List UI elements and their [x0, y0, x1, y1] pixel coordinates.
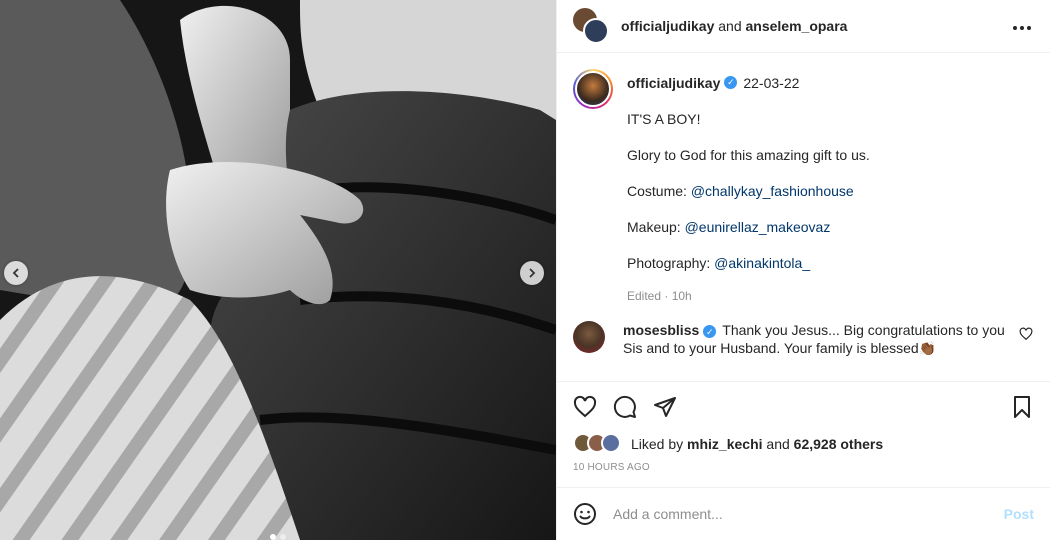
- caption-line: Makeup: @eunirellaz_makeovaz: [627, 215, 1034, 239]
- comment-username[interactable]: mosesbliss: [623, 322, 699, 338]
- post-photo[interactable]: [0, 0, 556, 540]
- verified-badge-icon: ✓: [703, 325, 717, 339]
- next-image-button[interactable]: [520, 261, 544, 285]
- caption-label: Photography:: [627, 254, 715, 271]
- bookmark-icon[interactable]: [1010, 395, 1034, 419]
- like-comment-heart-icon[interactable]: [1018, 327, 1034, 341]
- caption: officialjudikay ✓ 22-03-22 IT'S A BOY! G…: [573, 68, 1034, 303]
- post-comments-area[interactable]: officialjudikay ✓ 22-03-22 IT'S A BOY! G…: [557, 53, 1050, 382]
- comment-input[interactable]: [613, 506, 1004, 523]
- more-horizontal-icon: [1013, 26, 1031, 31]
- post-comment-button[interactable]: Post: [1004, 506, 1034, 522]
- caption-text: IT'S A BOY!: [627, 110, 701, 127]
- avatar: [601, 433, 621, 454]
- post-authors: officialjudikay and anselem_opara: [621, 18, 1010, 34]
- mention-link[interactable]: @challykay_fashionhouse: [691, 183, 854, 199]
- chevron-left-icon: [12, 268, 19, 278]
- likes-prefix: Liked by: [631, 436, 684, 453]
- share-paper-plane-icon[interactable]: [653, 395, 677, 419]
- carousel-dot: [270, 534, 276, 540]
- caption-line: Glory to God for this amazing gift to us…: [627, 143, 1034, 167]
- previous-image-button[interactable]: [4, 261, 28, 285]
- author-joiner: and: [718, 17, 742, 34]
- avatar: [583, 17, 609, 44]
- post-timestamp: 10 HOURS AGO: [573, 462, 650, 474]
- like-heart-icon[interactable]: [573, 395, 597, 419]
- caption-line: IT'S A BOY!: [627, 107, 1034, 131]
- avatar: [575, 70, 611, 107]
- action-bar: [557, 382, 1050, 433]
- photo-image: [0, 0, 556, 540]
- likes-summary: Liked by mhiz_kechi and 62,928 others: [557, 433, 1050, 457]
- mention-link[interactable]: @eunirellaz_makeovaz: [685, 219, 831, 235]
- likes-joiner: and: [766, 436, 790, 453]
- edited-label: Edited · 10h: [627, 288, 692, 303]
- likes-others-link[interactable]: 62,928 others: [794, 436, 884, 452]
- carousel-dots: [270, 534, 286, 540]
- carousel-dot: [280, 534, 286, 540]
- liker-username[interactable]: mhiz_kechi: [687, 436, 762, 452]
- caption-date: 22-03-22: [743, 74, 800, 91]
- post-details-panel: officialjudikay and anselem_opara offici…: [556, 0, 1050, 540]
- caption-username[interactable]: officialjudikay: [627, 75, 720, 91]
- post-header: officialjudikay and anselem_opara: [557, 0, 1050, 53]
- story-ring-avatar[interactable]: [573, 68, 613, 109]
- mention-link[interactable]: @akinakintola_: [714, 255, 810, 271]
- caption-label: Makeup:: [627, 218, 685, 235]
- caption-label: Costume:: [627, 182, 691, 199]
- avatar[interactable]: [573, 320, 605, 353]
- comment-composer: Post: [557, 487, 1050, 540]
- caption-line: Costume: @challykay_fashionhouse: [627, 179, 1034, 203]
- author-link[interactable]: officialjudikay: [621, 18, 714, 34]
- collab-avatars[interactable]: [573, 7, 609, 44]
- caption-line: Photography: @akinakintola_: [627, 251, 1034, 275]
- caption-content: officialjudikay ✓ 22-03-22 IT'S A BOY! G…: [627, 69, 1034, 303]
- emoji-smiley-icon[interactable]: [573, 502, 597, 526]
- comment-content: mosesbliss ✓ Thank you Jesus... Big congra…: [623, 321, 1010, 357]
- comment-bubble-icon[interactable]: [613, 395, 637, 419]
- comment-item: mosesbliss ✓ Thank you Jesus... Big congra…: [573, 320, 1034, 357]
- chevron-right-icon: [529, 268, 536, 278]
- more-options-button[interactable]: [1010, 15, 1034, 36]
- liker-avatars: [573, 433, 629, 455]
- caption-text: Glory to God for this amazing gift to us…: [627, 146, 870, 163]
- coauthor-link[interactable]: anselem_opara: [746, 18, 848, 34]
- verified-badge-icon: ✓: [724, 76, 738, 90]
